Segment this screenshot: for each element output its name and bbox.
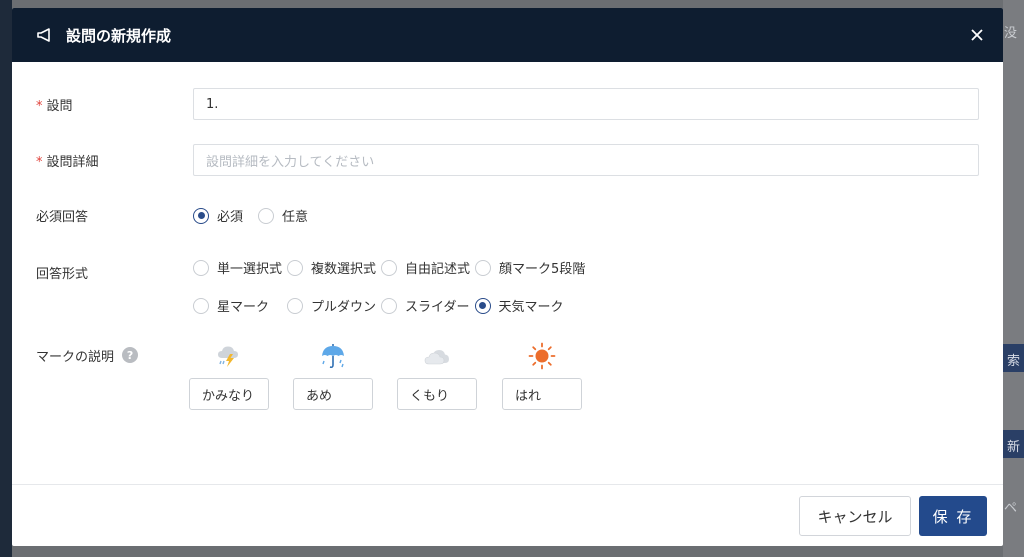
close-icon [971, 29, 983, 41]
modal-header: 設問の新規作成 [12, 8, 1003, 62]
required-answer-label: 必須回答 [36, 209, 89, 225]
radio-single-choice[interactable]: 単一選択式 [193, 258, 282, 277]
background-content [1003, 0, 1024, 557]
umbrella-icon [322, 344, 344, 369]
radio-pulldown[interactable]: プルダウン [287, 296, 376, 315]
answer-format-row: 回答形式 [36, 262, 193, 282]
background-sidebar [0, 0, 12, 557]
required-answer-row: 必須回答 [36, 205, 193, 225]
answer-format-radios-row2: 星マーク プルダウン スライダー 天気マーク [193, 296, 569, 315]
weather-item-thunder: かみなり [189, 342, 269, 410]
detail-input[interactable]: 設問詳細を入力してください [193, 144, 979, 176]
weather-label-input[interactable]: はれ [502, 378, 582, 410]
radio-required[interactable]: 必須 [193, 206, 243, 225]
question-label: * 設問 [36, 98, 73, 114]
mark-description-label: マークの説明 [36, 349, 115, 365]
background-text: 没（ [1004, 26, 1024, 41]
radio-weather[interactable]: 天気マーク [474, 296, 564, 315]
thunder-cloud-icon [218, 346, 238, 367]
background-search-button: 索 [1003, 344, 1024, 372]
radio-free-text[interactable]: 自由記述式 [381, 258, 470, 277]
weather-label-input[interactable]: あめ [293, 378, 373, 410]
radio-optional[interactable]: 任意 [258, 206, 308, 225]
weather-item-rain: あめ [293, 342, 373, 410]
modal-title: 設問の新規作成 [66, 26, 172, 45]
mark-description-row: マークの説明 ? [36, 345, 139, 365]
weather-label-input[interactable]: かみなり [189, 378, 269, 410]
detail-row: * 設問詳細 [36, 144, 193, 176]
detail-label: * 設問詳細 [36, 154, 99, 170]
weather-label-input[interactable]: くもり [397, 378, 477, 410]
cloud-icon [424, 350, 449, 365]
radio-face-5-level[interactable]: 顔マーク5段階 [475, 258, 585, 277]
megaphone-icon [36, 26, 54, 44]
answer-format-label: 回答形式 [36, 266, 89, 282]
background-new-button: 新 [1003, 430, 1024, 458]
radio-star[interactable]: 星マーク [193, 296, 269, 315]
required-answer-radios: 必須 任意 [193, 206, 313, 225]
weather-item-sunny: はれ [502, 342, 582, 410]
cancel-button[interactable]: キャンセル [799, 496, 911, 536]
modal-footer: キャンセル 保 存 [12, 484, 1003, 546]
radio-slider[interactable]: スライダー [381, 296, 470, 315]
radio-multiple-choice[interactable]: 複数選択式 [287, 258, 376, 277]
create-question-modal: 設問の新規作成 * 設問 1. * 設問詳細 設問詳細を入力してください 必須回答 … [12, 8, 1003, 546]
weather-item-cloudy: くもり [397, 342, 477, 410]
question-input[interactable]: 1. [193, 88, 979, 120]
close-button[interactable] [965, 23, 989, 47]
help-icon[interactable]: ? [122, 347, 139, 363]
background-text-bottom: ペ [1004, 501, 1018, 516]
save-button[interactable]: 保 存 [919, 496, 987, 536]
question-row: * 設問 [36, 88, 193, 120]
answer-format-radios-row1: 単一選択式 複数選択式 自由記述式 顔マーク5段階 [193, 258, 590, 277]
sun-icon [528, 342, 556, 370]
